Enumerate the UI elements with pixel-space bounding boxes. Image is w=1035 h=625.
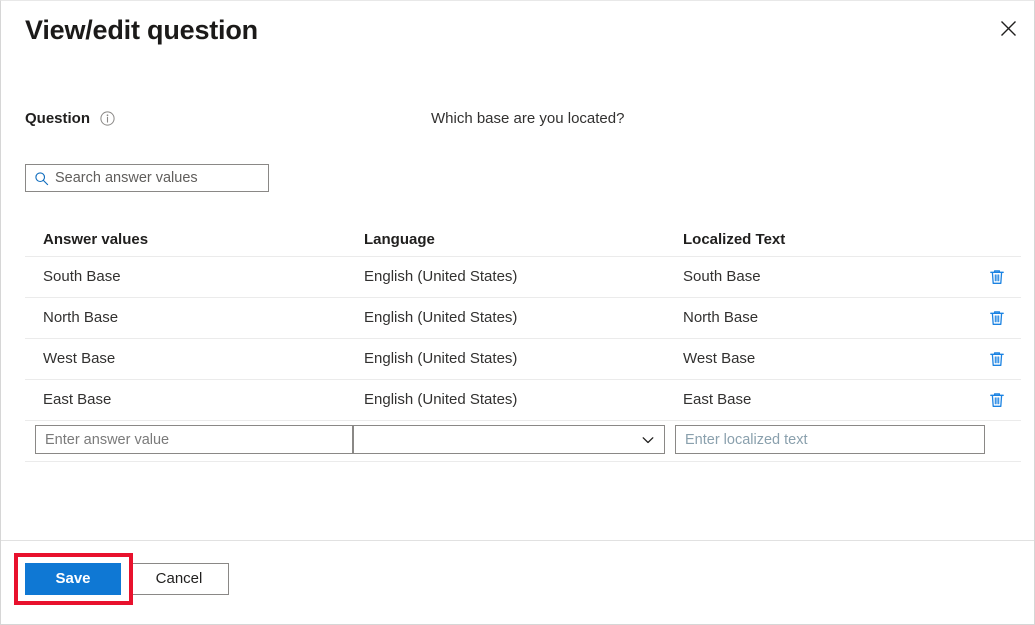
answer-values-table: Answer values Language Localized Text So…	[25, 223, 1021, 462]
column-header-localized-text: Localized Text	[683, 229, 785, 251]
language-select[interactable]	[353, 425, 665, 454]
chevron-down-icon	[640, 432, 656, 448]
cell-answer-value: West Base	[43, 348, 115, 370]
cancel-button[interactable]: Cancel	[129, 563, 229, 595]
column-header-language: Language	[364, 229, 435, 251]
cell-language: English (United States)	[364, 266, 517, 288]
cell-localized-text: North Base	[683, 307, 758, 329]
save-button[interactable]: Save	[25, 563, 121, 595]
close-icon[interactable]	[988, 11, 1028, 45]
search-icon	[33, 170, 49, 186]
search-answer-values-box[interactable]	[25, 164, 269, 192]
question-label: Question	[25, 108, 90, 130]
new-answer-value-input[interactable]	[35, 425, 353, 454]
trash-icon[interactable]	[985, 388, 1009, 412]
cell-language: English (United States)	[364, 307, 517, 329]
new-localized-text-input[interactable]	[675, 425, 985, 454]
cell-language: English (United States)	[364, 389, 517, 411]
page-title: View/edit question	[25, 12, 258, 48]
table-row: West Base English (United States) West B…	[25, 339, 1021, 380]
cell-language: English (United States)	[364, 348, 517, 370]
cell-answer-value: East Base	[43, 389, 111, 411]
table-header-row: Answer values Language Localized Text	[25, 223, 1021, 257]
view-edit-question-panel: View/edit question Question Which base a…	[0, 0, 1035, 625]
cell-localized-text: West Base	[683, 348, 755, 370]
column-header-answer-values: Answer values	[43, 229, 148, 251]
table-row: East Base English (United States) East B…	[25, 380, 1021, 421]
trash-icon[interactable]	[985, 306, 1009, 330]
search-input[interactable]	[55, 168, 245, 188]
trash-icon[interactable]	[985, 265, 1009, 289]
cell-localized-text: South Base	[683, 266, 761, 288]
new-answer-row	[25, 421, 1021, 462]
cell-answer-value: South Base	[43, 266, 121, 288]
footer-actions: Save Cancel	[1, 541, 1034, 625]
cell-localized-text: East Base	[683, 389, 751, 411]
cell-answer-value: North Base	[43, 307, 118, 329]
question-text: Which base are you located?	[431, 108, 624, 130]
table-row: North Base English (United States) North…	[25, 298, 1021, 339]
table-row: South Base English (United States) South…	[25, 257, 1021, 298]
trash-icon[interactable]	[985, 347, 1009, 371]
info-icon[interactable]	[100, 111, 115, 126]
